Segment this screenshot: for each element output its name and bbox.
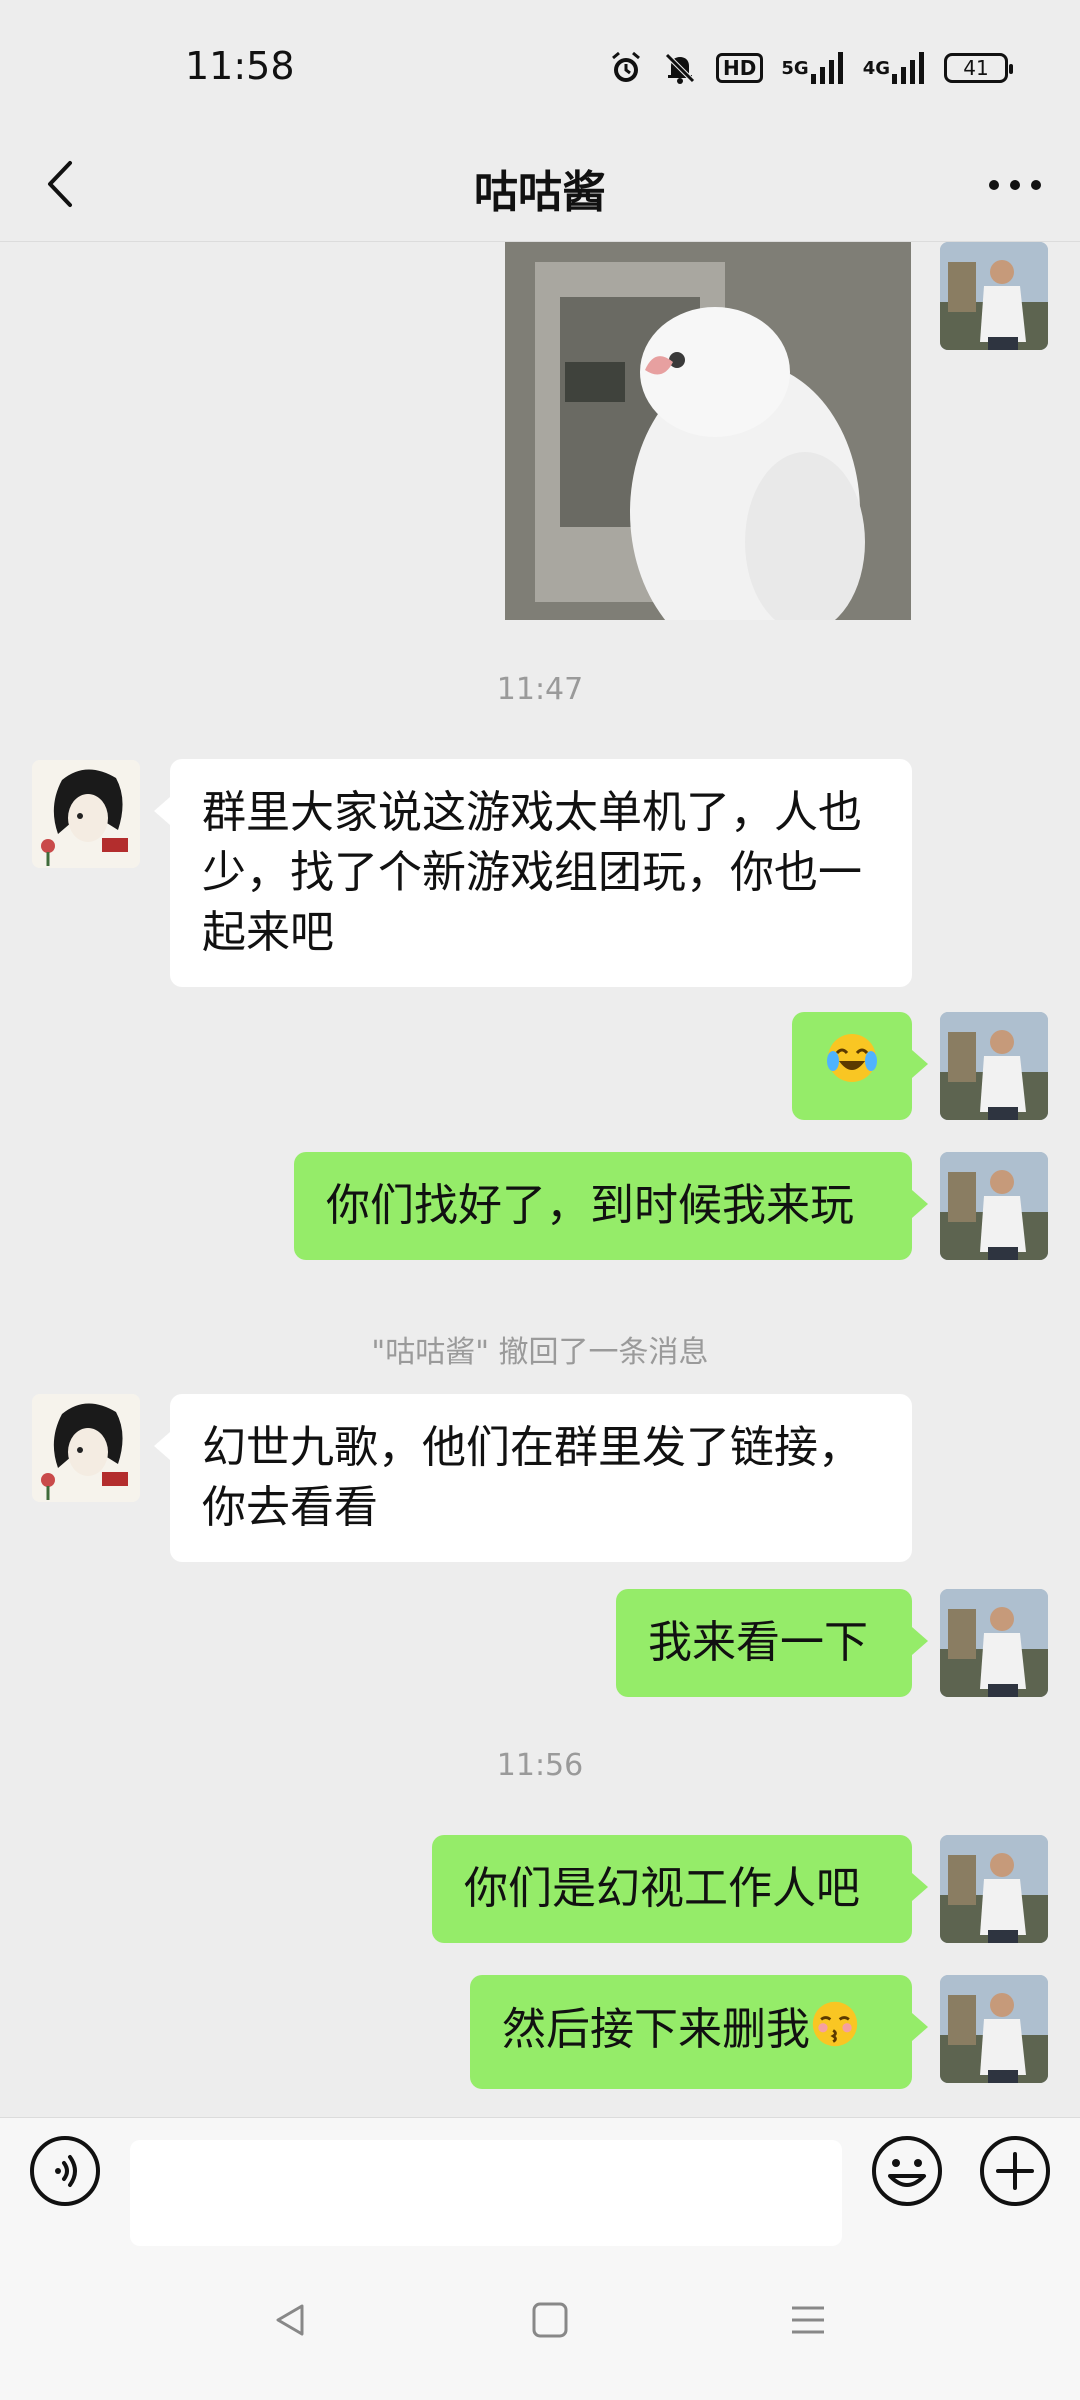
alarm-icon <box>608 50 644 86</box>
message-bubble-incoming[interactable]: 幻世九歌，他们在群里发了链接，你去看看 <box>154 1394 912 1562</box>
nav-home-icon <box>530 2300 570 2344</box>
message-text: 我来看一下 <box>648 1617 868 1668</box>
status-icons: HD 5G 4G 41 <box>608 48 1013 88</box>
status-time: 11:58 <box>185 44 295 88</box>
message-text: 然后接下来删我 <box>502 2004 810 2055</box>
emoji-icon <box>870 2134 944 2212</box>
self-avatar[interactable] <box>940 1835 1048 1943</box>
nav-home-button[interactable] <box>510 2287 590 2357</box>
self-avatar[interactable] <box>940 1152 1048 1260</box>
voice-icon <box>28 2134 102 2212</box>
system-nav-bar <box>0 2247 1080 2400</box>
plus-icon <box>978 2134 1052 2212</box>
signal-5g-icon: 5G <box>781 52 844 84</box>
signal-4g-icon: 4G <box>863 52 926 84</box>
message-bubble-outgoing[interactable]: 你们找好了，到时候我来玩 <box>294 1152 928 1260</box>
net-5g-label: 5G <box>781 57 809 79</box>
crying-laughing-face-icon <box>825 1031 879 1101</box>
message-text: 幻世九歌，他们在群里发了链接，你去看看 <box>202 1422 862 1533</box>
nav-back-icon <box>270 2300 310 2344</box>
self-avatar[interactable] <box>940 1975 1048 2083</box>
timestamp-1147: 11:47 <box>496 672 584 707</box>
voice-button[interactable] <box>28 2136 102 2210</box>
nav-back-button[interactable] <box>250 2287 330 2357</box>
message-input[interactable] <box>130 2140 842 2246</box>
battery-icon: 41 <box>944 53 1013 83</box>
more-icon <box>987 177 1043 196</box>
nav-menu-button[interactable] <box>768 2287 848 2357</box>
input-bar <box>0 2117 1080 2247</box>
recall-notice: "咕咕酱" 撤回了一条消息 <box>371 1335 709 1370</box>
message-text: 你们找好了，到时候我来玩 <box>326 1180 854 1231</box>
hd-icon: HD <box>716 53 764 83</box>
nav-menu-icon <box>788 2300 828 2344</box>
status-bar: 11:58 HD 5G 4G 41 <box>0 0 1080 130</box>
contact-avatar[interactable] <box>32 760 140 868</box>
emoji-button[interactable] <box>870 2136 944 2210</box>
net-4g-label: 4G <box>862 57 890 79</box>
message-bubble-incoming[interactable]: 群里大家说这游戏太单机了，人也少，找了个新游戏组团玩，你也一起来吧 <box>154 759 912 987</box>
message-bubble-outgoing-emoji[interactable] <box>792 1012 928 1120</box>
message-bubble-outgoing[interactable]: 然后接下来删我 <box>470 1975 928 2089</box>
message-text: 你们是幻视工作人吧 <box>464 1863 860 1914</box>
more-actions-button[interactable] <box>978 2136 1052 2210</box>
chat-message-list[interactable]: 11:47 群里大家说这游戏太单机了，人也少，找了个新游戏组团玩，你也一起来吧 <box>0 242 1080 2117</box>
self-avatar[interactable] <box>940 242 1048 350</box>
battery-level: 41 <box>963 56 989 80</box>
self-avatar[interactable] <box>940 1589 1048 1697</box>
contact-avatar[interactable] <box>32 1394 140 1502</box>
message-bubble-outgoing[interactable]: 我来看一下 <box>616 1589 928 1697</box>
chat-title: 咕咕酱 <box>474 167 606 218</box>
more-button[interactable] <box>980 154 1050 218</box>
chat-header: 咕咕酱 <box>0 130 1080 242</box>
self-avatar[interactable] <box>940 1012 1048 1120</box>
mute-icon <box>662 50 698 86</box>
message-text: 群里大家说这游戏太单机了，人也少，找了个新游戏组团玩，你也一起来吧 <box>202 787 862 958</box>
kissing-face-icon <box>810 1999 860 2065</box>
timestamp-1156: 11:56 <box>496 1748 584 1783</box>
message-bubble-outgoing[interactable]: 你们是幻视工作人吧 <box>432 1835 928 1943</box>
bird-sticker-image[interactable] <box>505 242 911 620</box>
